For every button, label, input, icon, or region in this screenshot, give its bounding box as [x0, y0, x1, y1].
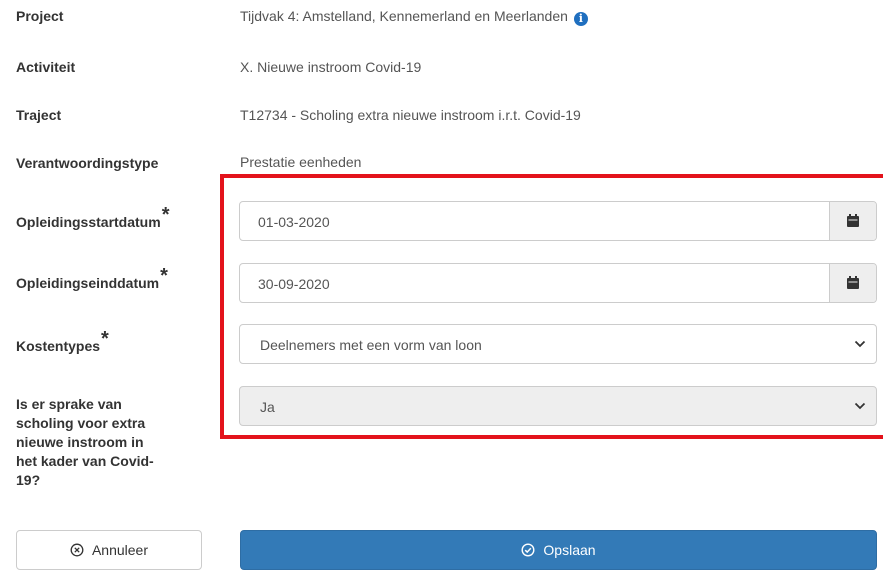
project-value-text: Tijdvak 4: Amstelland, Kennemerland en M… [240, 8, 568, 24]
traject-label: Traject [16, 107, 62, 123]
verantwoordingstype-value: Prestatie eenheden [240, 154, 362, 170]
highlight-box [220, 174, 883, 439]
covid-question-line: scholing voor extra [16, 415, 146, 431]
kostentypes-label-text: Kostentypes [16, 338, 101, 354]
info-icon[interactable]: i [573, 12, 588, 26]
covid-question-line: Is er sprake van [16, 396, 122, 412]
startdatum-label-text: Opleidingsstartdatum [16, 214, 161, 230]
cancel-button-label: Annuleer [91, 542, 149, 558]
covid-question-line: het kader van Covid- [16, 453, 154, 469]
save-button[interactable]: Opslaan [240, 530, 877, 570]
kostentypes-label: Kostentypes* [16, 328, 109, 357]
verantwoordingstype-label: Verantwoordingstype [16, 155, 159, 171]
einddatum-label-text: Opleidingseinddatum [16, 275, 160, 291]
covid-question-label: Is er sprake van scholing voor extra nie… [16, 395, 206, 490]
required-marker: * [160, 265, 168, 287]
required-marker: * [161, 204, 170, 226]
check-circle-icon [521, 543, 535, 557]
activiteit-label: Activiteit [16, 59, 76, 75]
project-label: Project [16, 8, 64, 24]
cancel-button[interactable]: Annuleer [16, 530, 202, 570]
activiteit-value: X. Nieuwe instroom Covid-19 [240, 59, 422, 75]
traject-value: T12734 - Scholing extra nieuwe instroom … [240, 107, 581, 123]
project-value: Tijdvak 4: Amstelland, Kennemerland en M… [240, 8, 588, 26]
covid-question-line: 19? [16, 472, 41, 488]
times-circle-icon [70, 543, 84, 557]
startdatum-label: Opleidingsstartdatum* [16, 204, 169, 233]
required-marker: * [101, 328, 109, 350]
covid-question-line: nieuwe instroom in [16, 434, 144, 450]
save-button-label: Opslaan [543, 542, 596, 558]
einddatum-label: Opleidingseinddatum* [16, 265, 168, 294]
